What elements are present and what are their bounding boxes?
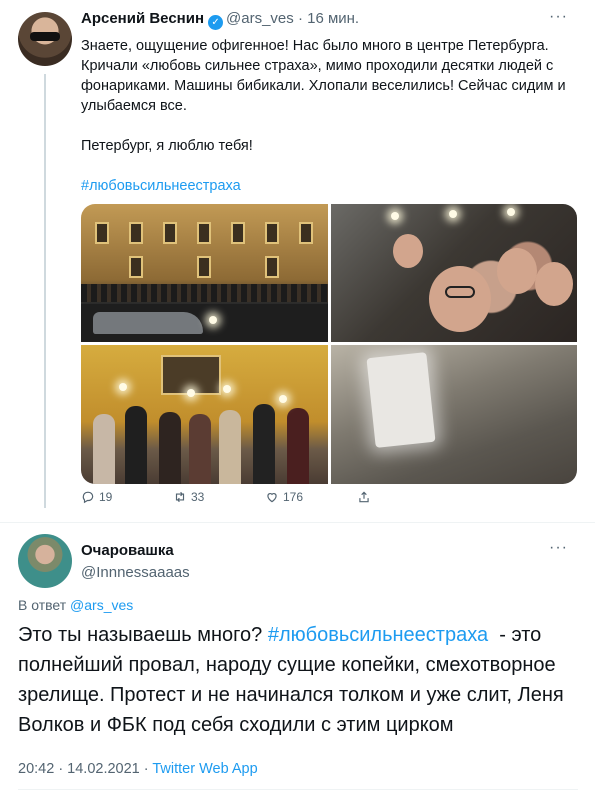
photo-people-with-lights[interactable]	[81, 345, 328, 484]
media-grid	[81, 204, 577, 484]
reply-context: В ответ @ars_ves	[18, 597, 133, 613]
tweet-main: Арсений Веснин ✓ @ars_ves · 16 мин. ··· Зн…	[0, 0, 595, 522]
tweet-header: Арсений Веснин ✓ @ars_ves · 16 мин.	[81, 10, 359, 30]
tweet-time[interactable]: · 16 мин.	[298, 10, 359, 27]
like-count: 176	[283, 490, 304, 504]
reply-prefix: В ответ	[18, 597, 67, 613]
share-button[interactable]	[357, 490, 375, 504]
tweet-source-link[interactable]: Twitter Web App	[152, 761, 257, 777]
author-handle[interactable]: @Innnessaaaas	[81, 564, 190, 581]
divider	[18, 789, 578, 790]
tweet-text: Это ты называешь много? #любовьсильнеест…	[18, 620, 583, 740]
tweet-timestamp[interactable]: 20:42 · 14.02.2021 ·	[18, 761, 152, 777]
reply-count: 19	[99, 490, 113, 504]
reply-icon	[82, 491, 94, 504]
avatar[interactable]	[18, 12, 72, 66]
more-icon[interactable]: ···	[549, 8, 568, 26]
tweet-text: Знаете, ощущение офигенное! Нас было мно…	[81, 36, 581, 216]
avatar[interactable]	[18, 534, 72, 588]
tweet-text-start: Это ты называешь много?	[18, 624, 268, 646]
author-name[interactable]: Очаровашка	[81, 542, 174, 559]
author-name[interactable]: Арсений Веснин	[81, 10, 204, 27]
retweet-icon	[175, 491, 185, 503]
like-icon	[267, 493, 277, 503]
author-handle[interactable]: @ars_ves	[226, 10, 294, 27]
reply-handle-link[interactable]: @ars_ves	[70, 597, 133, 613]
like-button[interactable]: 176	[265, 490, 303, 504]
photo-building-night[interactable]	[81, 204, 328, 342]
share-icon	[359, 491, 369, 503]
hashtag-link[interactable]: #любовьсильнеестраха	[81, 178, 241, 194]
tweet-paragraph: Знаете, ощущение офигенное! Нас было мно…	[81, 38, 566, 114]
more-icon[interactable]: ···	[549, 539, 568, 557]
tweet-reply: Очаровашка @Innnessaaaas ··· В ответ @ar…	[0, 522, 595, 800]
thread-line	[44, 74, 46, 508]
tweet-meta: 20:42 · 14.02.2021 · Twitter Web App	[18, 761, 258, 777]
verified-icon: ✓	[208, 15, 224, 30]
retweet-count: 33	[191, 490, 205, 504]
retweet-button[interactable]: 33	[173, 490, 204, 504]
photo-selfie-group[interactable]	[331, 204, 577, 342]
reply-button[interactable]: 19	[81, 490, 112, 504]
tweet-paragraph: Петербург, я люблю тебя!	[81, 138, 253, 154]
hashtag-link[interactable]: #любовьсильнеестраха	[268, 624, 488, 646]
photo-phone-on-table[interactable]	[331, 345, 577, 484]
